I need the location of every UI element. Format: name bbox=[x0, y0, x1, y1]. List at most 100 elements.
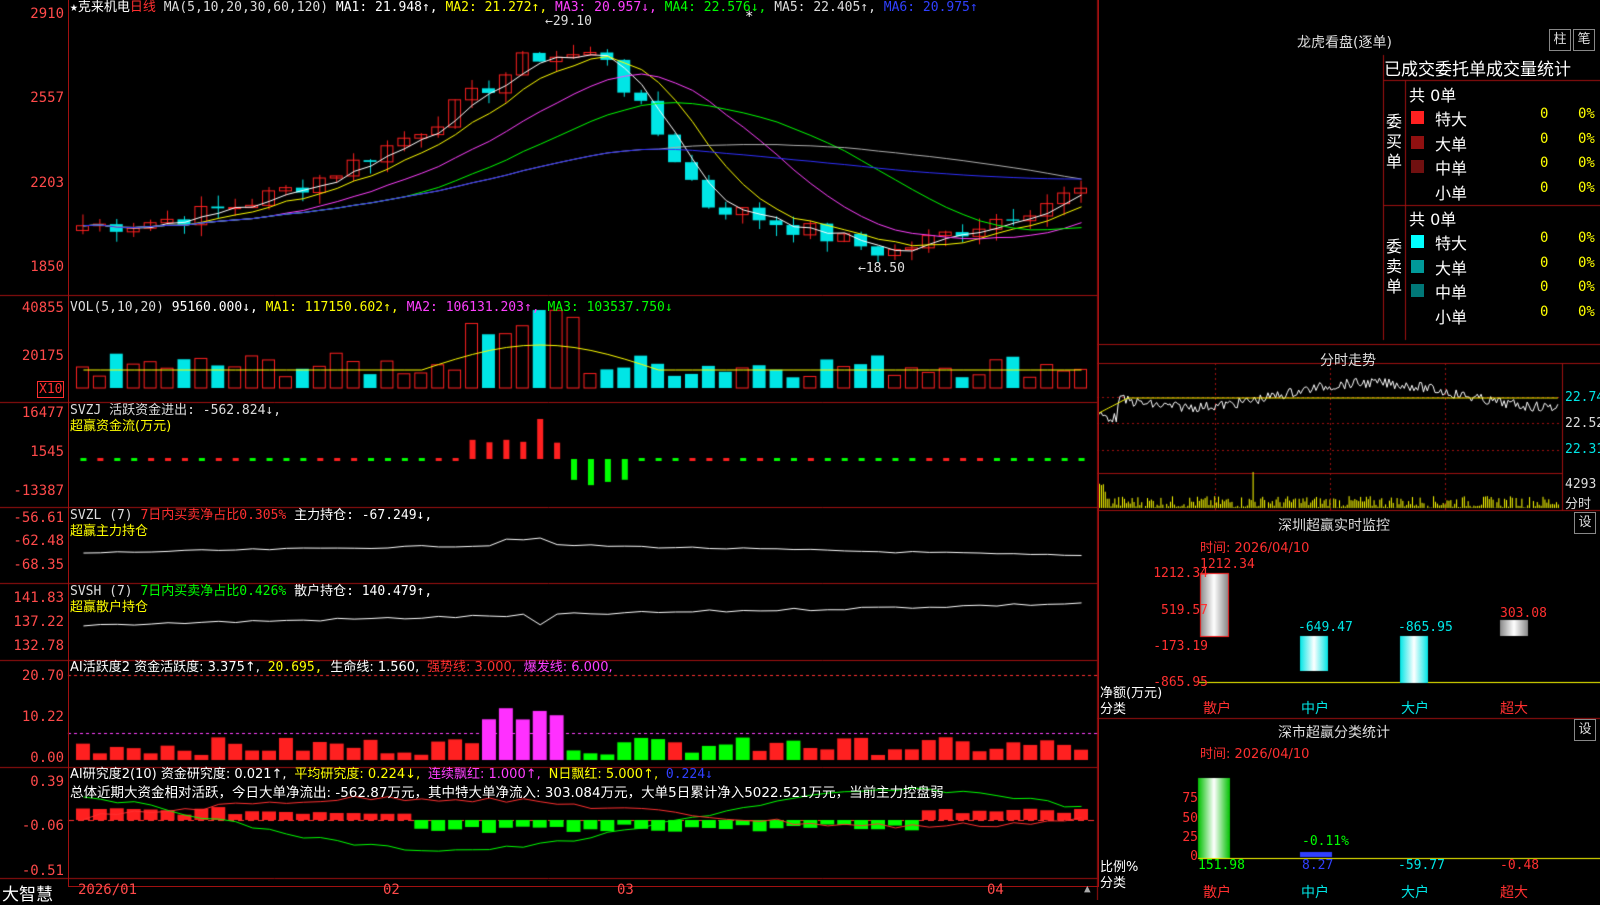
svzj-subtitle: 超赢资金流(万元) bbox=[70, 419, 172, 434]
sc-tick-2: 50 bbox=[1182, 811, 1198, 826]
ai1-lifeline: 生命线: 1.560, bbox=[330, 660, 420, 675]
ai2-tick-2: -0.06 bbox=[21, 818, 64, 834]
buy-pct: 0% bbox=[1578, 155, 1595, 171]
ai2-research: AI研究度2(10) 资金研究度: 0.021↑, bbox=[70, 767, 287, 782]
vol-tick-2: 20175 bbox=[21, 348, 64, 364]
lhkp-title: 龙虎看盘(逐单) bbox=[1297, 35, 1392, 51]
buy-pct: 0% bbox=[1578, 179, 1595, 196]
buy-qty: 0 bbox=[1540, 179, 1549, 196]
ai1-value2: 20.695, bbox=[267, 660, 323, 675]
sell-qty: 0 bbox=[1540, 279, 1549, 295]
buy-name: 特大 bbox=[1435, 110, 1468, 129]
sz-tick-2: 519.57 bbox=[1161, 603, 1208, 618]
sc-cat-1: 散户 bbox=[1203, 885, 1231, 901]
sell-total: 共 0单 bbox=[1409, 210, 1457, 229]
buy-qty: 0 bbox=[1540, 155, 1549, 171]
svsh-params: SVSH (7) bbox=[70, 584, 133, 599]
svsh-tick-2: 137.22 bbox=[13, 614, 64, 630]
sc-value-2: 8.27 bbox=[1302, 858, 1334, 873]
sz-monitor-title: 深圳超赢实时监控 bbox=[1278, 518, 1390, 534]
high-price: 29.10 bbox=[552, 14, 592, 29]
ai2-value5: 0.224↓ bbox=[665, 767, 713, 782]
price-tick-3: 2203 bbox=[30, 175, 64, 191]
intraday-title: 分时走势 bbox=[1320, 353, 1376, 369]
intraday-tick-2: 22.52 bbox=[1565, 416, 1600, 431]
column-view-button[interactable]: 柱 bbox=[1549, 29, 1571, 51]
ai1-activity: AI活跃度2 资金活跃度: 3.375↑, bbox=[70, 660, 260, 675]
buy-name: 大单 bbox=[1435, 134, 1468, 154]
sell-qty: 0 bbox=[1540, 230, 1549, 246]
sz-value-2: -649.47 bbox=[1298, 620, 1353, 635]
vol-tick-1: 40855 bbox=[21, 300, 64, 316]
vol-value: 95160.000↓, bbox=[171, 300, 258, 315]
ai1-tick-3: 0.00 bbox=[30, 750, 64, 766]
intraday-vol-tick: 4293 bbox=[1565, 477, 1597, 492]
period-label[interactable]: 日线 bbox=[130, 0, 156, 15]
ma-params: MA(5,10,20,30,60,120) bbox=[163, 0, 329, 15]
ai2-nday: N日飘红: 5.000↑, bbox=[548, 767, 659, 782]
vol-params: VOL(5,10,20) bbox=[70, 300, 164, 315]
buy-qty: 0 bbox=[1540, 130, 1549, 147]
star-icon: ★ bbox=[70, 0, 78, 15]
sz-cat-4: 超大 bbox=[1500, 701, 1528, 717]
high-label: ←29.10 bbox=[545, 14, 592, 29]
sell-qty: 0 bbox=[1540, 303, 1549, 320]
svzl-subtitle: 超赢主力持仓 bbox=[70, 524, 149, 539]
ai1-burstline: 爆发线: 6.000, bbox=[523, 660, 613, 675]
vol-unit-badge[interactable]: X10 bbox=[37, 381, 65, 398]
sz-value-3: -865.95 bbox=[1398, 620, 1453, 635]
ai2-streak: 连续飘红: 1.000↑, bbox=[428, 767, 541, 782]
lock-icon[interactable]: ▲ bbox=[1084, 882, 1091, 895]
vol-header: VOL(5,10,20) 95160.000↓, MA1: 117150.602… bbox=[70, 300, 673, 316]
sc-cat-3: 大户 bbox=[1401, 885, 1429, 901]
sell-swatch bbox=[1411, 235, 1424, 248]
vol-ma3: MA3: 103537.750↓ bbox=[547, 300, 673, 315]
buy-pct: 0% bbox=[1578, 130, 1595, 147]
sc-tick-3: 25 bbox=[1182, 830, 1198, 845]
svsh-ratio: 7日内买卖净占比0.426% bbox=[140, 584, 287, 599]
svzl-position: 主力持仓: -67.249↓, bbox=[294, 508, 433, 523]
intraday-tick-1: 22.74 bbox=[1565, 390, 1600, 405]
buy-name: 中单 bbox=[1435, 159, 1468, 178]
sz-time: 时间: 2026/04/10 bbox=[1200, 541, 1310, 556]
sc-value-3: -59.77 bbox=[1398, 858, 1445, 873]
intraday-label: 分时 bbox=[1565, 497, 1592, 512]
sz-unit2: 分类 bbox=[1100, 702, 1127, 717]
sc-value-4: -0.48 bbox=[1500, 858, 1540, 873]
sell-swatch bbox=[1411, 309, 1424, 322]
ma1-value: MA1: 21.948↑, bbox=[335, 0, 438, 15]
date-tick-3: 03 bbox=[617, 882, 634, 898]
buy-swatch bbox=[1411, 111, 1424, 124]
price-tick-1: 2910 bbox=[30, 6, 64, 22]
ai1-header: AI活跃度2 资金活跃度: 3.375↑, 20.695, 生命线: 1.560… bbox=[70, 660, 613, 676]
sc-tick-1: 75 bbox=[1182, 791, 1198, 806]
svzj-header: SVZJ 活跃资金进出: -562.824↓, bbox=[70, 403, 282, 418]
svsh-subtitle: 超赢散户持仓 bbox=[70, 600, 149, 615]
svzj-tick-1: 16477 bbox=[21, 405, 64, 421]
sell-name: 大单 bbox=[1435, 258, 1468, 278]
sz-tick-3: -173.19 bbox=[1153, 639, 1208, 654]
sell-swatch bbox=[1411, 259, 1424, 273]
svzj-tick-3: -13387 bbox=[13, 483, 64, 499]
low-label: ←18.50 bbox=[858, 261, 905, 276]
main-chart-header: ★克来机电日线 MA(5,10,20,30,60,120) MA1: 21.94… bbox=[70, 0, 978, 16]
stock-name[interactable]: 克来机电 bbox=[78, 0, 130, 15]
order-table-title: 已成交委托单成交量统计 bbox=[1384, 60, 1571, 80]
sz-settings-button[interactable]: 设 bbox=[1574, 512, 1596, 534]
svzl-header: SVZL (7) 7日内买卖净占比0.305% 主力持仓: -67.249↓, bbox=[70, 508, 432, 524]
buy-qty: 0 bbox=[1540, 106, 1549, 122]
date-tick-4: 04 bbox=[987, 882, 1004, 898]
tick-view-button[interactable]: 笔 bbox=[1573, 29, 1595, 51]
sc-settings-button[interactable]: 设 bbox=[1574, 719, 1596, 741]
sc-cat-4: 超大 bbox=[1500, 885, 1528, 901]
sz-value-1: 1212.34 bbox=[1200, 557, 1255, 572]
sell-name: 特大 bbox=[1435, 234, 1468, 253]
svzl-ratio: 7日内买卖净占比0.305% bbox=[140, 508, 287, 523]
ma2-value: MA2: 21.272↑, bbox=[445, 0, 548, 15]
ai1-tick-1: 20.70 bbox=[21, 668, 64, 684]
svzl-params: SVZL (7) bbox=[70, 508, 133, 523]
ai2-summary: 总体近期大资金相对活跃，今日大单净流出: -562.87万元，其中特大单净流入:… bbox=[70, 785, 944, 801]
svzl-tick-2: -62.48 bbox=[13, 533, 64, 549]
svzj-tick-2: 1545 bbox=[30, 444, 64, 460]
date-tick-2: 02 bbox=[383, 882, 400, 898]
